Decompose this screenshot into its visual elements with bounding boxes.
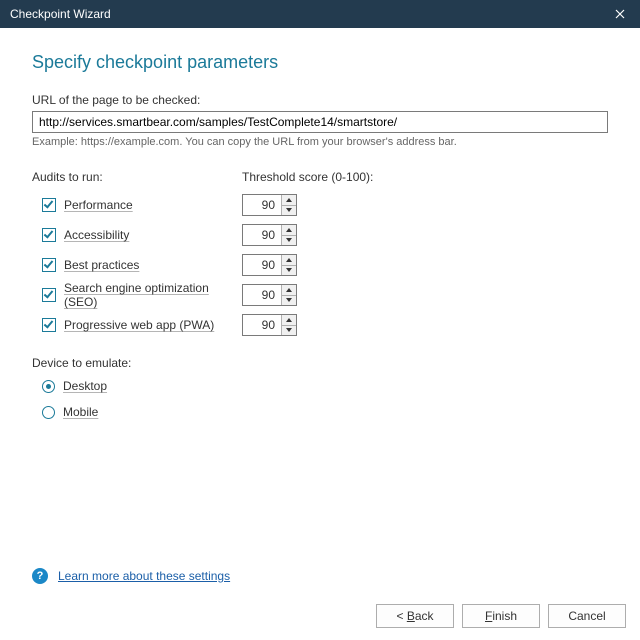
audit-row: Best practices [32, 250, 242, 280]
best-practices-threshold-value[interactable]: 90 [243, 255, 281, 275]
seo-threshold-value[interactable]: 90 [243, 285, 281, 305]
best-practices-label[interactable]: Best practices [64, 258, 139, 272]
accessibility-checkbox[interactable] [42, 228, 56, 242]
desktop-radio[interactable] [42, 380, 55, 393]
learn-more-link[interactable]: Learn more about these settings [58, 569, 230, 583]
pwa-label[interactable]: Progressive web app (PWA) [64, 318, 214, 332]
best-practices-threshold-spinbox[interactable]: 90 [242, 254, 297, 276]
chevron-down-icon [286, 238, 292, 242]
performance-threshold-spinbox[interactable]: 90 [242, 194, 297, 216]
radio-row: Desktop [32, 374, 608, 398]
device-block: Device to emulate: Desktop Mobile [32, 356, 608, 424]
pwa-checkbox[interactable] [42, 318, 56, 332]
chevron-down-icon [286, 328, 292, 332]
mobile-label[interactable]: Mobile [63, 405, 98, 419]
finish-button[interactable]: Finish [462, 604, 540, 628]
accessibility-label[interactable]: Accessibility [64, 228, 129, 242]
seo-label[interactable]: Search engine optimization (SEO) [64, 281, 242, 309]
spin-up-button[interactable] [282, 285, 296, 296]
performance-checkbox[interactable] [42, 198, 56, 212]
desktop-label[interactable]: Desktop [63, 379, 107, 393]
titlebar: Checkpoint Wizard [0, 0, 640, 28]
spin-up-button[interactable] [282, 195, 296, 206]
cancel-button-label: Cancel [568, 609, 605, 623]
chevron-down-icon [286, 268, 292, 272]
performance-label[interactable]: Performance [64, 198, 133, 212]
threshold-row: 90 [242, 220, 382, 250]
cancel-button[interactable]: Cancel [548, 604, 626, 628]
accessibility-threshold-spinbox[interactable]: 90 [242, 224, 297, 246]
url-hint: Example: https://example.com. You can co… [32, 136, 608, 148]
help-icon: ? [32, 568, 48, 584]
pwa-threshold-spinbox[interactable]: 90 [242, 314, 297, 336]
performance-threshold-value[interactable]: 90 [243, 195, 281, 215]
chevron-up-icon [286, 228, 292, 232]
seo-checkbox[interactable] [42, 288, 56, 302]
button-bar: < Back Finish Cancel [376, 604, 626, 628]
seo-threshold-spinbox[interactable]: 90 [242, 284, 297, 306]
help-row: ? Learn more about these settings [32, 568, 230, 584]
page-title: Specify checkpoint parameters [32, 52, 608, 73]
audits-block: Audits to run: Performance Accessibility… [32, 170, 608, 340]
radio-row: Mobile [32, 400, 608, 424]
audit-row: Progressive web app (PWA) [32, 310, 242, 340]
audit-row: Performance [32, 190, 242, 220]
close-button[interactable] [600, 0, 640, 28]
spin-buttons [281, 225, 296, 245]
chevron-up-icon [286, 258, 292, 262]
close-icon [615, 9, 625, 19]
chevron-down-icon [286, 208, 292, 212]
wizard-page: Specify checkpoint parameters URL of the… [0, 28, 640, 640]
spin-down-button[interactable] [282, 266, 296, 276]
window-title: Checkpoint Wizard [10, 7, 111, 21]
device-header: Device to emulate: [32, 356, 608, 370]
threshold-row: 90 [242, 310, 382, 340]
url-input[interactable] [32, 111, 608, 133]
accessibility-threshold-value[interactable]: 90 [243, 225, 281, 245]
chevron-up-icon [286, 198, 292, 202]
spin-down-button[interactable] [282, 296, 296, 306]
spin-up-button[interactable] [282, 255, 296, 266]
audit-row: Accessibility [32, 220, 242, 250]
audits-header: Audits to run: [32, 170, 242, 184]
spin-down-button[interactable] [282, 326, 296, 336]
spin-buttons [281, 195, 296, 215]
threshold-column: Threshold score (0-100): 90 90 [242, 170, 382, 340]
spin-buttons [281, 255, 296, 275]
chevron-up-icon [286, 288, 292, 292]
spin-up-button[interactable] [282, 315, 296, 326]
back-button[interactable]: < Back [376, 604, 454, 628]
threshold-row: 90 [242, 250, 382, 280]
chevron-down-icon [286, 298, 292, 302]
spin-down-button[interactable] [282, 236, 296, 246]
audits-column: Audits to run: Performance Accessibility… [32, 170, 242, 340]
spin-buttons [281, 315, 296, 335]
spin-up-button[interactable] [282, 225, 296, 236]
url-label: URL of the page to be checked: [32, 93, 608, 107]
threshold-row: 90 [242, 280, 382, 310]
spin-buttons [281, 285, 296, 305]
threshold-row: 90 [242, 190, 382, 220]
best-practices-checkbox[interactable] [42, 258, 56, 272]
spin-down-button[interactable] [282, 206, 296, 216]
chevron-up-icon [286, 318, 292, 322]
mobile-radio[interactable] [42, 406, 55, 419]
threshold-header: Threshold score (0-100): [242, 170, 382, 184]
audit-row: Search engine optimization (SEO) [32, 280, 242, 310]
pwa-threshold-value[interactable]: 90 [243, 315, 281, 335]
